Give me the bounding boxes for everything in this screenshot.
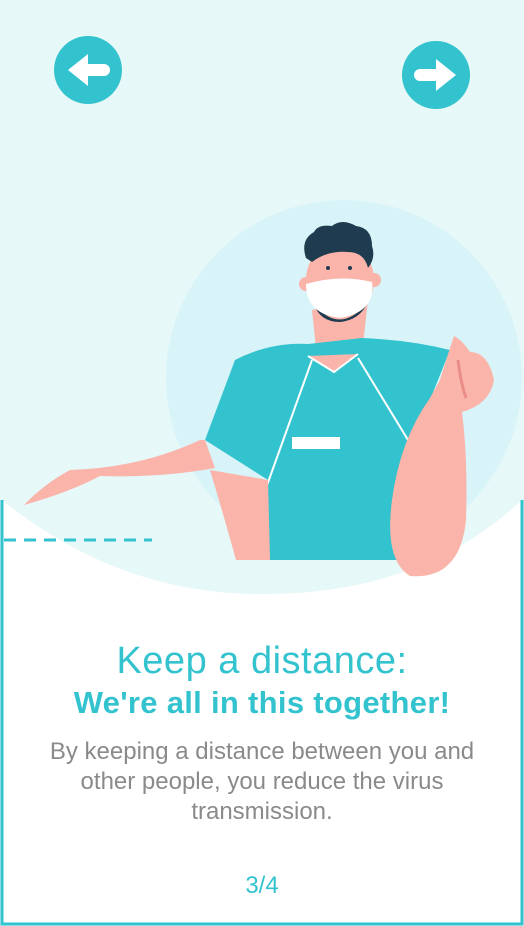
back-button[interactable] <box>54 36 122 104</box>
next-button[interactable] <box>402 41 470 109</box>
arrow-right-icon <box>414 59 456 91</box>
text-content: Keep a distance: We're all in this toget… <box>0 640 524 827</box>
page-subtitle: We're all in this together! <box>73 684 451 720</box>
arrow-left-icon <box>68 54 110 86</box>
page-indicator: 3/4 <box>245 872 279 899</box>
page-description: By keeping a distance between you and ot… <box>49 737 475 825</box>
name-badge <box>292 437 340 449</box>
page-title: Keep a distance: <box>116 640 408 682</box>
